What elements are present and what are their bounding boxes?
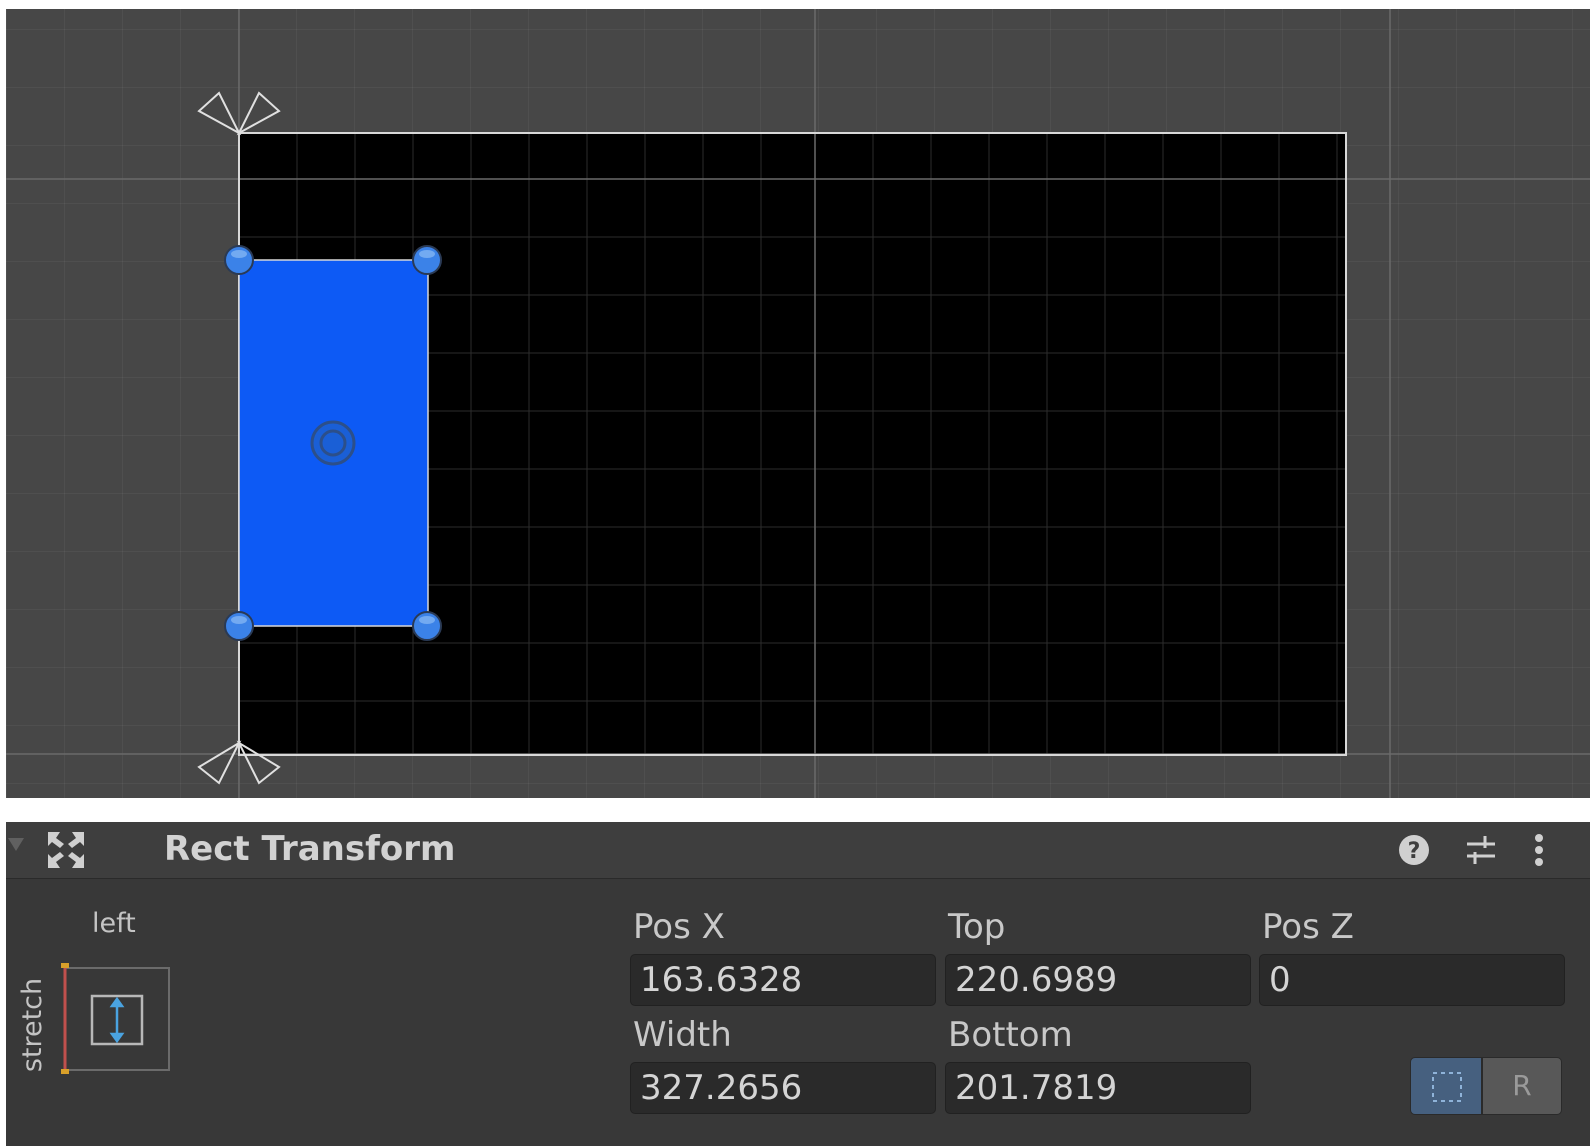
- svg-text:?: ?: [1408, 839, 1421, 864]
- help-icon[interactable]: ?: [1396, 832, 1432, 868]
- anchor-vertical-label: stretch: [17, 977, 48, 1073]
- pos-x-label: Pos X: [633, 907, 725, 947]
- bottom-label: Bottom: [948, 1015, 1073, 1055]
- anchor-vertical-label-wrap: stretch: [12, 972, 52, 1082]
- handle-highlight: [419, 616, 435, 624]
- pos-z-label: Pos Z: [1262, 907, 1354, 947]
- component-title: Rect Transform: [164, 829, 456, 869]
- handle-highlight: [419, 250, 435, 258]
- pos-z-field[interactable]: 0: [1259, 954, 1565, 1006]
- raw-edit-toggle[interactable]: R: [1482, 1057, 1562, 1115]
- scene-view[interactable]: [6, 9, 1590, 798]
- pos-x-field[interactable]: 163.6328: [630, 954, 936, 1006]
- presets-icon[interactable]: [1461, 830, 1501, 870]
- screen: Rect Transform ? left stretch Pos X Top …: [0, 0, 1590, 1146]
- bottom-field[interactable]: 201.7819: [945, 1062, 1251, 1114]
- handle-highlight: [231, 250, 247, 258]
- top-label: Top: [948, 907, 1006, 947]
- scene-overlay: [6, 9, 1590, 798]
- width-field[interactable]: 327.2656: [630, 1062, 936, 1114]
- anchor-horizontal-label: left: [92, 908, 136, 939]
- component-header[interactable]: Rect Transform ?: [6, 822, 1590, 879]
- anchor-presets-button[interactable]: [56, 960, 176, 1074]
- pivot-icon[interactable]: [310, 420, 356, 466]
- blueprint-icon: [1432, 1072, 1462, 1102]
- rect-transform-icon: [48, 832, 84, 868]
- top-field[interactable]: 220.6989: [945, 954, 1251, 1006]
- width-label: Width: [633, 1015, 732, 1055]
- inspector-panel: Rect Transform ? left stretch Pos X Top …: [6, 822, 1590, 1146]
- handle-highlight: [231, 616, 247, 624]
- blueprint-mode-toggle[interactable]: [1410, 1057, 1482, 1115]
- foldout-arrow-icon[interactable]: [8, 838, 24, 851]
- kebab-menu-icon[interactable]: [1524, 830, 1554, 870]
